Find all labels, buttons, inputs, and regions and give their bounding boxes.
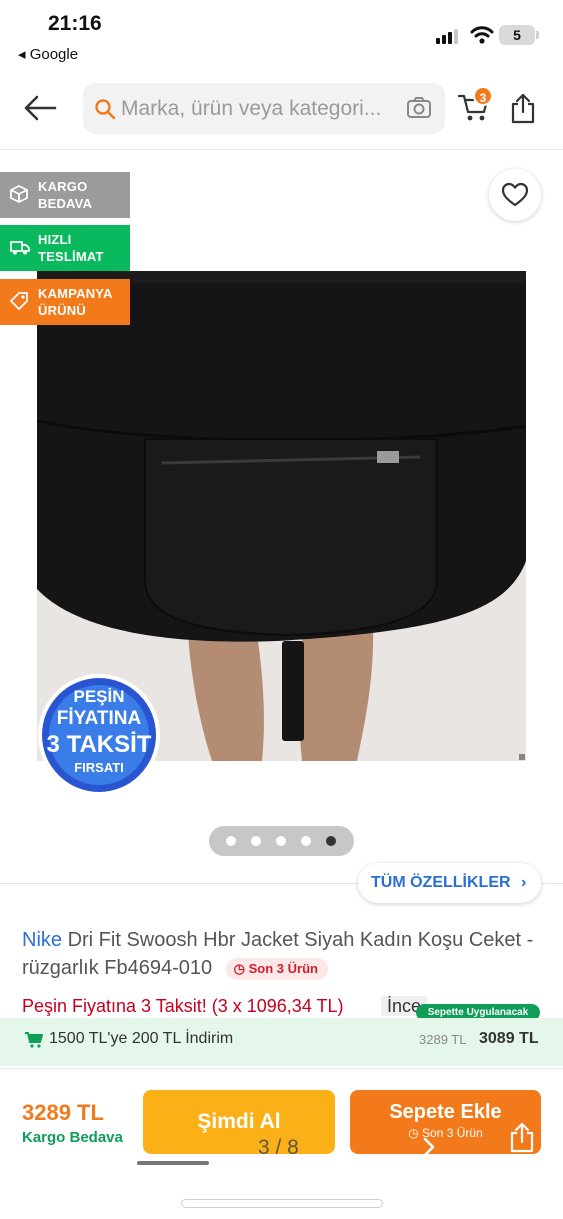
battery-indicator: 5 [499, 25, 535, 45]
image-corner-marker [519, 754, 525, 760]
discount-text: 1500 TL'ye 200 TL İndirim [49, 1030, 234, 1047]
clock-icon: ◷ [233, 960, 246, 976]
stock-badge: ◷ Son 3 Ürün [225, 957, 328, 980]
cart-count-badge: 3 [473, 86, 493, 106]
share-image-icon[interactable] [508, 1120, 536, 1154]
badge-line2: ÜRÜNÜ [38, 303, 86, 318]
search-icon [95, 99, 116, 120]
badge-fast-delivery: HIZLI TESLİMAT [0, 225, 130, 271]
seal-line1: PEŞİN [73, 687, 124, 706]
cart-discount-icon [25, 1032, 43, 1048]
badge-free-shipping: KARGO BEDAVA [0, 172, 130, 218]
camera-search-icon[interactable] [406, 96, 432, 120]
badge-line2: BEDAVA [38, 196, 93, 211]
share-icon[interactable] [510, 92, 536, 124]
page-dot[interactable] [276, 836, 286, 846]
battery-cap [536, 31, 539, 39]
heart-icon [501, 182, 529, 207]
seal-line4: FIRSATI [74, 760, 124, 775]
all-features-button[interactable]: TÜM ÖZELLİKLER › [358, 863, 541, 903]
installment-campaign-seal: PEŞİN FİYATINA 3 TAKSİT FIRSATI [38, 674, 160, 796]
home-indicator[interactable] [181, 1199, 383, 1208]
add-to-cart-label: Sepete Ekle [389, 1101, 502, 1123]
stock-label: Son 3 Ürün [248, 960, 318, 976]
product-price: 3289 TL [22, 1100, 104, 1125]
search-placeholder[interactable]: Marka, ürün veya kategori... [121, 97, 381, 121]
page-dot-active[interactable] [326, 836, 336, 846]
wifi-icon [470, 26, 494, 44]
seal-line3: 3 TAKSİT [47, 731, 152, 758]
image-counter: 3 / 8 [258, 1136, 299, 1159]
discounted-price: 3089 TL [479, 1030, 539, 1047]
badge-line1: KARGO [38, 179, 88, 194]
clock-icon: ◷ [408, 1126, 423, 1140]
header-divider [0, 149, 563, 150]
page-dot[interactable] [301, 836, 311, 846]
back-arrow-icon[interactable] [22, 92, 58, 124]
all-features-label: TÜM ÖZELLİKLER [371, 874, 511, 891]
tag-icon [10, 292, 28, 310]
page-dot[interactable] [251, 836, 261, 846]
buy-now-button[interactable]: Şimdi Al [143, 1090, 335, 1154]
badge-line1: HIZLI [38, 232, 72, 247]
seal-line2: FİYATINA [57, 708, 142, 729]
footer-divider [0, 1068, 563, 1069]
status-time: 21:16 [48, 12, 102, 35]
truck-icon [10, 241, 30, 255]
installment-offer-text[interactable]: Peşin Fiyatına 3 Taksit! (3 x 1096,34 TL… [22, 996, 382, 1016]
badge-line1: KAMPANYA [38, 286, 113, 301]
package-icon [10, 185, 28, 203]
badge-line2: TESLİMAT [38, 249, 104, 264]
free-shipping-label: Kargo Bedava [22, 1129, 123, 1146]
brand-link[interactable]: Nike [22, 929, 62, 951]
badge-campaign-product: KAMPANYA ÜRÜNÜ [0, 279, 130, 325]
image-pagination[interactable] [209, 826, 354, 856]
old-price: 3289 TL [419, 1032, 467, 1047]
favorite-button[interactable] [489, 169, 541, 221]
back-to-google-link[interactable]: ◂ Google [18, 45, 78, 63]
chevron-right-icon: › [521, 874, 527, 891]
product-title: Nike Dri Fit Swoosh Hbr Jacket Siyah Kad… [22, 926, 542, 982]
next-image-chevron-icon[interactable] [422, 1136, 436, 1158]
media-scrubber[interactable] [137, 1161, 209, 1165]
cellular-signal-icon [436, 29, 458, 44]
page-dot[interactable] [226, 836, 236, 846]
